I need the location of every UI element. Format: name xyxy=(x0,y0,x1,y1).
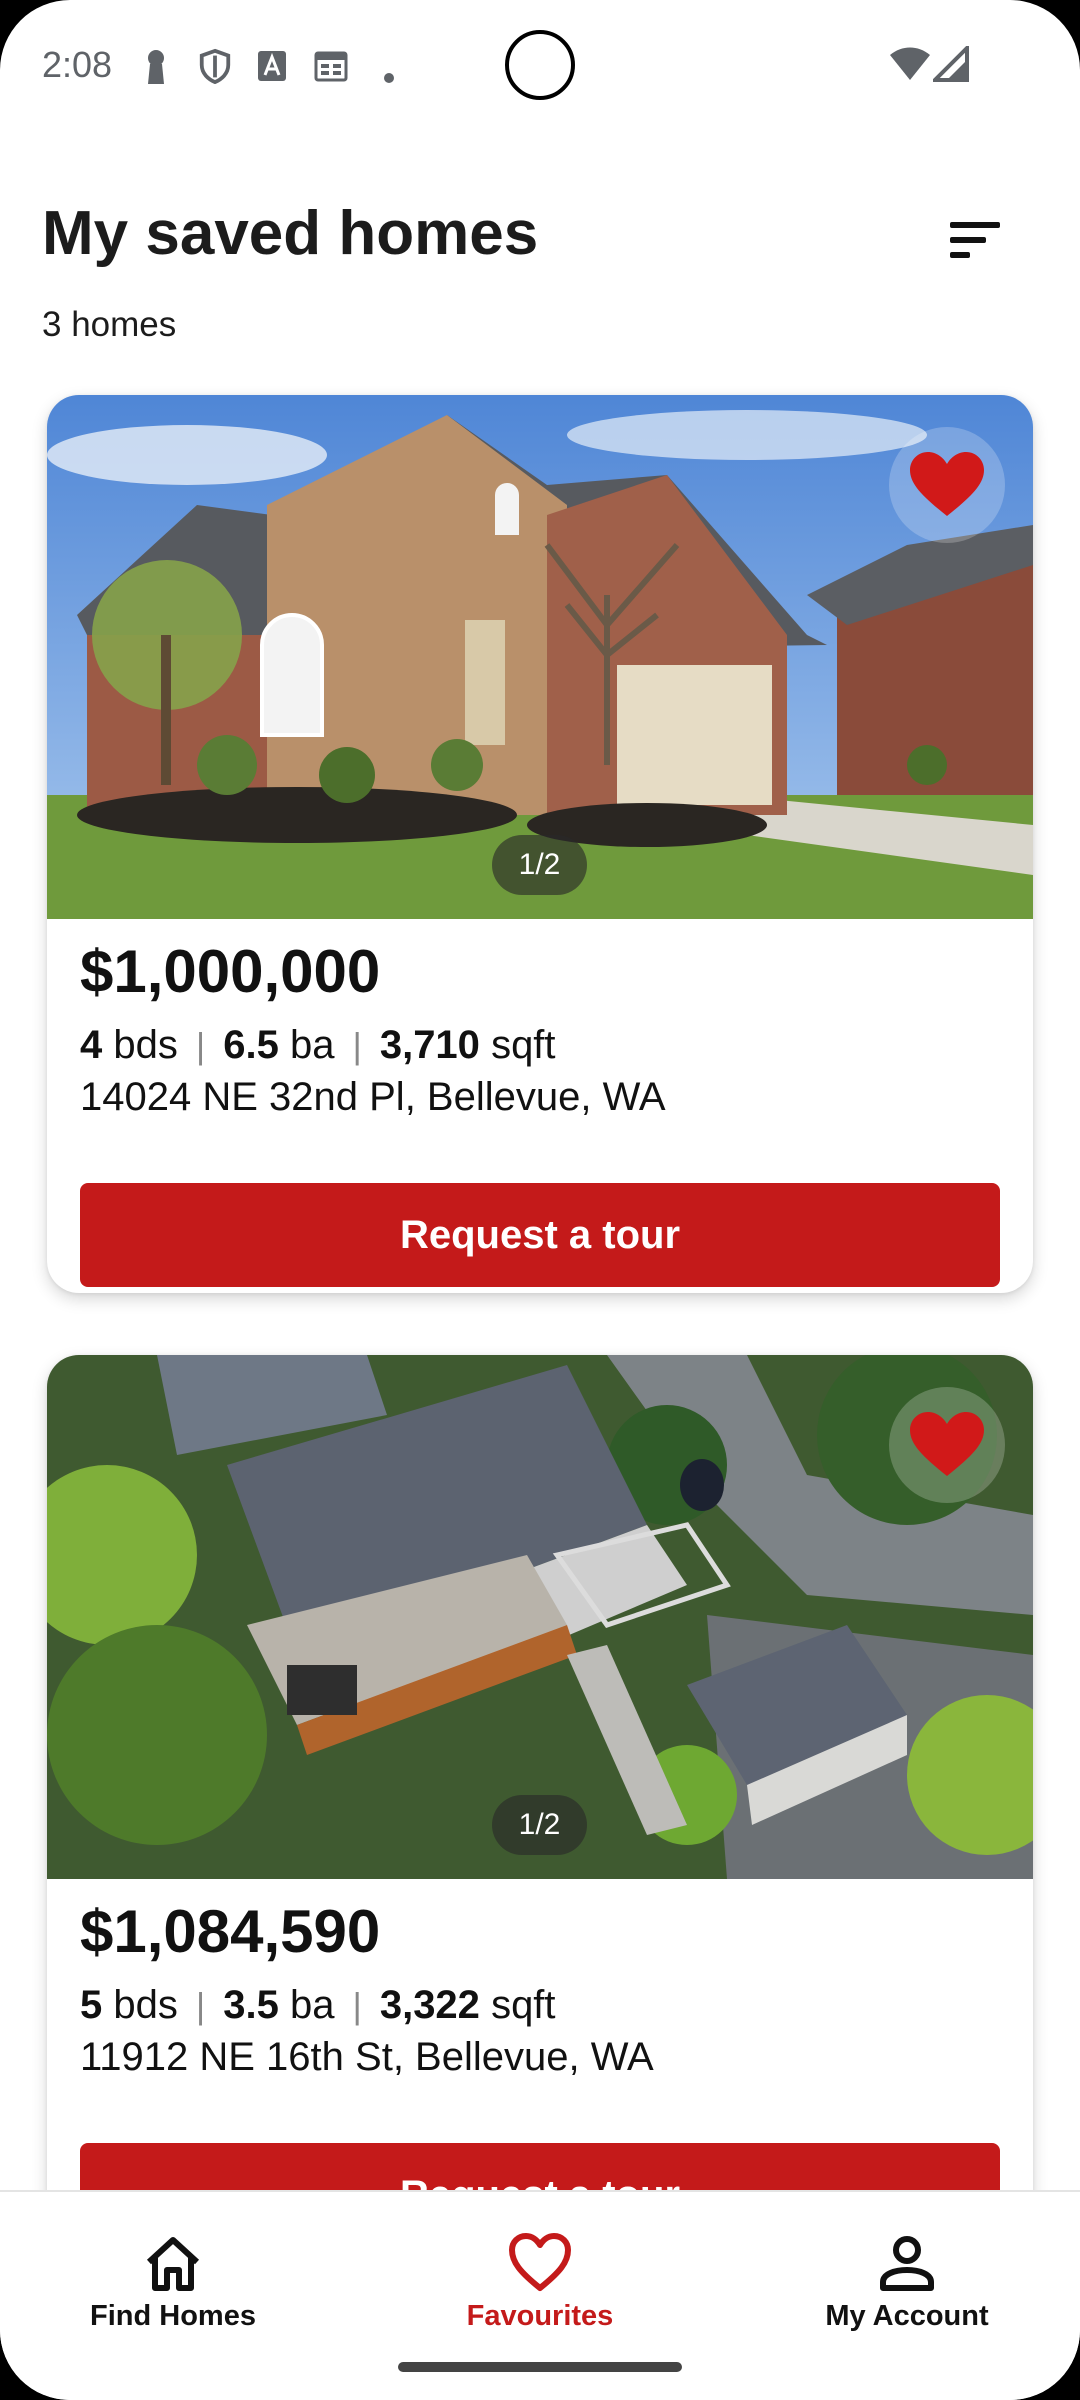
status-bar: 2:08 xyxy=(0,0,1080,135)
listing-price: $1,084,590 xyxy=(80,1898,381,1965)
sqft-unit: sqft xyxy=(491,1023,556,1067)
sqft-value: 3,710 xyxy=(379,1023,480,1067)
page-title: My saved homes xyxy=(42,199,539,268)
request-tour-button[interactable]: Request a tour xyxy=(80,2143,1000,2190)
status-time: 2:08 xyxy=(42,44,113,85)
baths-unit: ba xyxy=(289,1983,335,2027)
favourite-button[interactable] xyxy=(889,1387,1005,1503)
nav-find-homes[interactable]: Find Homes xyxy=(23,2212,323,2342)
photo-counter: 1/2 xyxy=(492,1795,587,1855)
shield-icon xyxy=(199,48,231,84)
listing-specs: 5 bds | 3.5 ba | 3,322 sqft xyxy=(80,1983,556,2028)
listing-address: 14024 NE 32nd Pl, Bellevue, WA xyxy=(80,1075,666,1119)
nav-favourites-label: Favourites xyxy=(466,2300,614,2332)
beds-value: 4 xyxy=(80,1023,103,1067)
heart-filled-icon xyxy=(910,1412,984,1476)
spec-divider: | xyxy=(195,1985,206,2026)
home-indicator[interactable] xyxy=(398,2362,682,2372)
sort-button[interactable] xyxy=(940,210,1010,270)
heart-outline-icon xyxy=(509,2233,571,2291)
baths-value: 6.5 xyxy=(223,1023,279,1067)
nav-my-account-label: My Account xyxy=(825,2300,989,2332)
sort-icon xyxy=(950,222,1000,258)
beds-value: 5 xyxy=(80,1983,103,2027)
listing-price: $1,000,000 xyxy=(80,938,381,1005)
app-screen: 2:08 My saved homes 3 homes 1/2 $1,000,0… xyxy=(0,0,1080,2400)
keyhole-icon xyxy=(148,50,164,84)
favourite-button[interactable] xyxy=(889,427,1005,543)
account-icon xyxy=(880,2236,934,2291)
photo-counter: 1/2 xyxy=(492,835,587,895)
listing-photo[interactable]: 1/2 xyxy=(47,1355,1033,1879)
heart-filled-icon xyxy=(910,452,984,516)
baths-unit: ba xyxy=(289,1023,335,1067)
signal-icon xyxy=(933,46,969,82)
spec-divider: | xyxy=(352,1025,362,1066)
saved-homes-count: 3 homes xyxy=(42,305,177,344)
spec-divider: | xyxy=(195,1025,206,1066)
request-tour-button[interactable]: Request a tour xyxy=(80,1183,1000,1287)
baths-value: 3.5 xyxy=(223,1983,279,2027)
font-a-icon xyxy=(258,51,286,81)
sqft-value: 3,322 xyxy=(379,1983,480,2027)
dot-icon xyxy=(384,73,394,83)
listing-specs: 4 bds | 6.5 ba | 3,710 sqft xyxy=(80,1023,556,1068)
listing-card[interactable]: 1/2 $1,084,590 5 bds | 3.5 ba | 3,322 sqft 1… xyxy=(47,1355,1033,2190)
beds-unit: bds xyxy=(113,1983,178,2027)
listing-card[interactable]: 1/2 $1,000,000 4 bds | 6.5 ba | 3,710 sqft 1… xyxy=(47,395,1033,1293)
listing-address: 11912 NE 16th St, Bellevue, WA xyxy=(80,2035,654,2079)
listing-photo[interactable]: 1/2 xyxy=(47,395,1033,919)
calendar-icon xyxy=(314,51,348,82)
spec-divider: | xyxy=(352,1985,362,2026)
nav-favourites[interactable]: Favourites xyxy=(390,2212,690,2342)
sqft-unit: sqft xyxy=(491,1983,556,2027)
front-camera xyxy=(505,30,575,100)
nav-my-account[interactable]: My Account xyxy=(757,2212,1057,2342)
beds-unit: bds xyxy=(113,1023,178,1067)
home-icon xyxy=(146,2237,200,2291)
listings-scroll[interactable]: 1/2 $1,000,000 4 bds | 6.5 ba | 3,710 sqft 1… xyxy=(0,370,1080,2190)
nav-find-homes-label: Find Homes xyxy=(90,2300,256,2332)
wifi-icon xyxy=(890,47,930,80)
